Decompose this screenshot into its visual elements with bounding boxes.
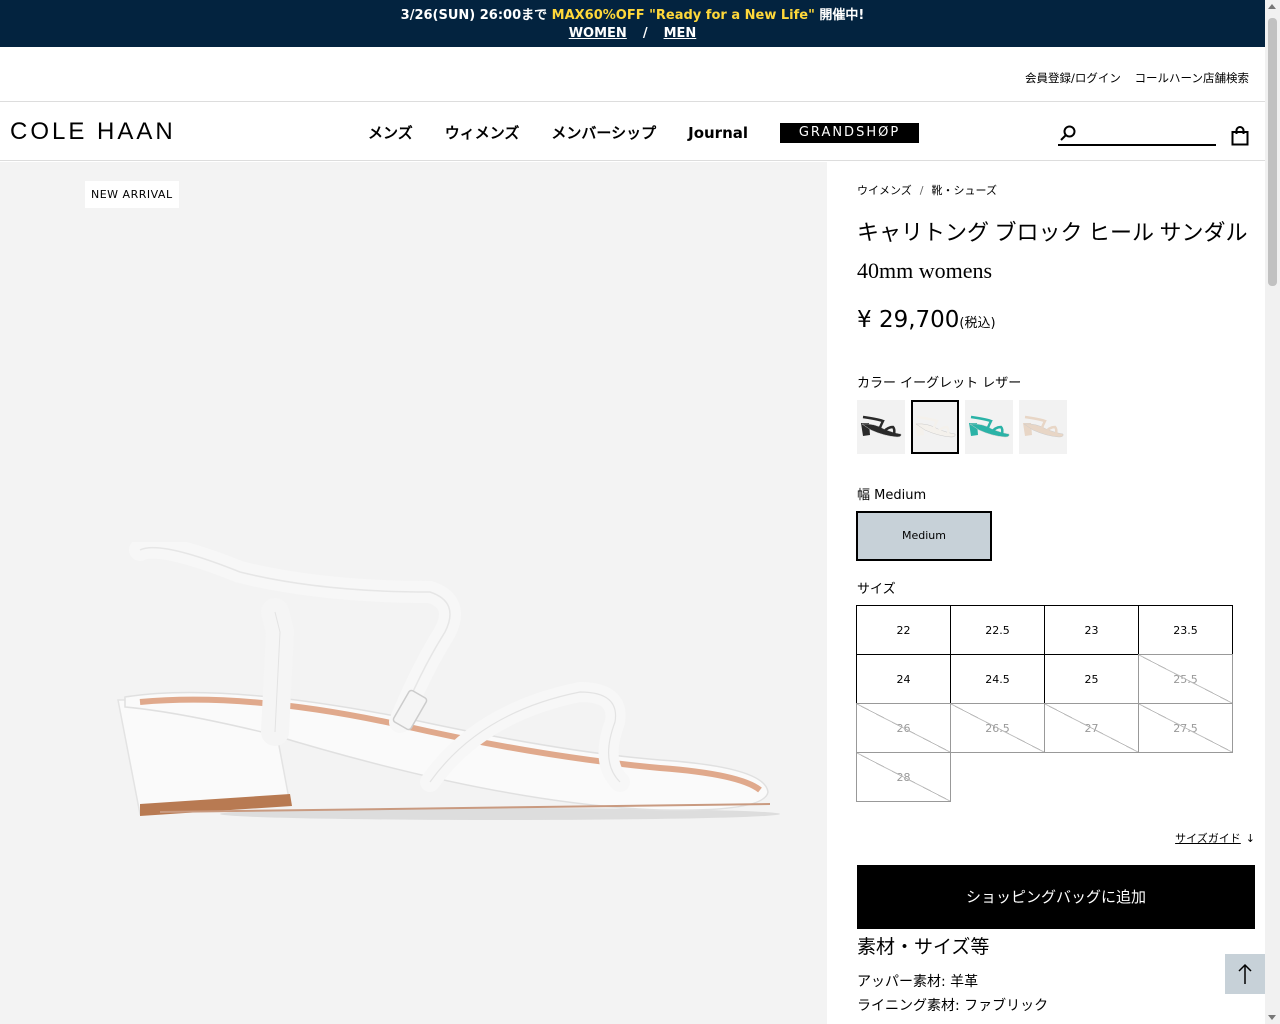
scroll-up-icon[interactable]	[1268, 4, 1276, 9]
scroll-down-icon[interactable]	[1268, 1015, 1276, 1020]
search-input[interactable]	[1082, 124, 1212, 144]
breadcrumb: ウイメンズ / 靴・シューズ	[857, 182, 997, 198]
size-option-27: 27	[1044, 703, 1139, 753]
product-detail-panel: ウイメンズ / 靴・シューズ キャリトング ブロック ヒール サンダル 40mm w…	[827, 162, 1265, 1024]
arrow-up-icon	[1238, 963, 1252, 984]
utility-bar: 会員登録/ログイン コールハーン店舗検索	[0, 47, 1265, 102]
width-option-medium[interactable]: Medium	[856, 511, 992, 561]
add-to-bag-button[interactable]: ショッピングバッグに追加	[857, 865, 1255, 929]
swatch-sandal-thumbnail	[969, 415, 1010, 438]
size-label: サイズ	[857, 582, 896, 597]
nav-item-womens[interactable]: ウィメンズ	[445, 122, 520, 143]
size-option-27-5: 27.5	[1138, 703, 1233, 753]
breadcrumb-separator: /	[919, 184, 924, 197]
swatch-sandal-thumbnail	[1023, 415, 1064, 438]
search-icon[interactable]	[1060, 125, 1076, 141]
promo-suffix: 開催中!	[814, 8, 865, 23]
materials-title: 素材・サイズ等	[857, 936, 990, 958]
swatch-sandal-thumbnail	[861, 415, 902, 438]
search-box	[1058, 124, 1216, 146]
size-option-24[interactable]: 24	[856, 654, 951, 704]
nav-item-journal[interactable]: Journal	[688, 124, 748, 142]
promo-links: WOMEN / MEN	[0, 26, 1265, 41]
material-upper: アッパー素材: 羊革	[857, 974, 979, 990]
promo-prefix: 3/26(SUN) 26:00まで	[400, 8, 552, 23]
size-guide-link[interactable]: サイズガイド ↓	[1175, 830, 1255, 846]
price-tax-note: (税込)	[959, 316, 996, 331]
size-option-23[interactable]: 23	[1044, 605, 1139, 655]
price-value: ¥ 29,700	[857, 307, 960, 333]
swatch-sandal-thumbnail	[915, 415, 956, 438]
back-to-top-button[interactable]	[1225, 954, 1265, 994]
promo-highlight: MAX60%OFF "Ready for a New Life"	[551, 8, 815, 23]
promo-men-link[interactable]: MEN	[664, 26, 697, 41]
color-swatch-teal[interactable]	[965, 400, 1013, 454]
promo-banner: 3/26(SUN) 26:00まで MAX60%OFF "Ready for a…	[0, 0, 1265, 47]
product-title-line1: キャリトング ブロック ヒール サンダル	[857, 220, 1248, 245]
color-swatch-black[interactable]	[857, 400, 905, 454]
product-price: ¥ 29,700(税込)	[857, 307, 996, 333]
size-option-26: 26	[856, 703, 951, 753]
materials-list: アッパー素材: 羊革 ライニング素材: ファブリック	[857, 970, 1048, 1018]
nav-item-membership[interactable]: メンバーシップ	[551, 122, 656, 143]
product-gallery[interactable]: NEW ARRIVAL	[0, 162, 827, 1024]
product-title: キャリトング ブロック ヒール サンダル 40mm womens	[857, 214, 1257, 290]
color-swatch-nude[interactable]	[1019, 400, 1067, 454]
material-lining: ライニング素材: ファブリック	[857, 998, 1049, 1014]
breadcrumb-womens[interactable]: ウイメンズ	[857, 184, 912, 197]
utility-links: 会員登録/ログイン コールハーン店舗検索	[1015, 70, 1249, 86]
color-label: カラー イーグレット レザー	[857, 376, 1022, 391]
size-option-25-5: 25.5	[1138, 654, 1233, 704]
width-label: 幅 Medium	[857, 488, 927, 503]
brand-logo[interactable]: COLE HAAN	[10, 118, 176, 146]
promo-women-link[interactable]: WOMEN	[569, 26, 627, 41]
login-link[interactable]: 会員登録/ログイン	[1025, 71, 1121, 85]
color-swatch-egret[interactable]	[911, 400, 959, 454]
size-guide-text[interactable]: サイズガイド	[1175, 832, 1241, 845]
site-header: COLE HAAN メンズ ウィメンズ メンバーシップ Journal GRAN…	[0, 102, 1265, 161]
product-title-line2: 40mm womens	[857, 258, 993, 283]
size-option-25[interactable]: 25	[1044, 654, 1139, 704]
main-nav: メンズ ウィメンズ メンバーシップ Journal GRANDSHØP	[352, 122, 920, 143]
size-option-24-5[interactable]: 24.5	[950, 654, 1045, 704]
promo-text: 3/26(SUN) 26:00まで MAX60%OFF "Ready for a…	[0, 4, 1265, 23]
product-image-sandal[interactable]	[100, 542, 780, 842]
size-option-23-5[interactable]: 23.5	[1138, 605, 1233, 655]
arrow-down-icon: ↓	[1245, 832, 1255, 845]
size-option-26-5: 26.5	[950, 703, 1045, 753]
breadcrumb-shoes[interactable]: 靴・シューズ	[932, 184, 997, 197]
size-option-22[interactable]: 22	[856, 605, 951, 655]
promo-separator: /	[642, 26, 648, 41]
scrollbar-thumb[interactable]	[1268, 18, 1277, 286]
page-scrollbar[interactable]	[1265, 0, 1280, 1024]
nav-item-grandshop[interactable]: GRANDSHØP	[780, 122, 920, 143]
size-option-28: 28	[856, 752, 951, 802]
new-arrival-badge: NEW ARRIVAL	[85, 181, 179, 208]
shopping-bag-icon[interactable]	[1231, 126, 1249, 146]
nav-item-mens[interactable]: メンズ	[368, 122, 413, 143]
size-grid: 22 22.5 23 23.5 24 24.5 25 25.5 26 26.5 27 27.5 28	[856, 605, 1233, 802]
size-option-22-5[interactable]: 22.5	[950, 605, 1045, 655]
color-swatches	[857, 400, 1073, 454]
store-search-link[interactable]: コールハーン店舗検索	[1135, 71, 1249, 85]
